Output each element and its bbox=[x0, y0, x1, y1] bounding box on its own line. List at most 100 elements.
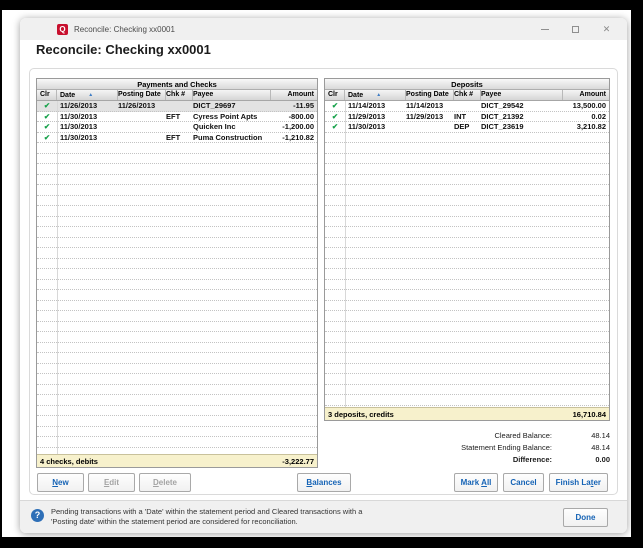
column-header-clr[interactable]: Clr bbox=[37, 90, 57, 100]
cell-chk bbox=[166, 374, 193, 384]
cell-amount bbox=[271, 238, 317, 248]
column-header-payee[interactable]: Payee bbox=[481, 90, 563, 100]
table-row[interactable]: ✔11/30/2013EFTPuma Construction-1,210.82 bbox=[37, 133, 317, 144]
table-row[interactable]: ✔11/30/2013Quicken Inc-1,200.00 bbox=[37, 122, 317, 133]
cell-cleared bbox=[325, 217, 345, 227]
cell-date bbox=[57, 374, 118, 384]
column-header-amount[interactable]: Amount bbox=[563, 90, 609, 100]
cell-payee bbox=[193, 217, 271, 227]
empty-row bbox=[325, 259, 609, 270]
cell-posting_date bbox=[118, 311, 166, 321]
cell-chk bbox=[454, 395, 481, 405]
column-header-date-label: Date bbox=[60, 92, 75, 99]
column-header-clr[interactable]: Clr bbox=[325, 90, 345, 100]
empty-row bbox=[37, 343, 317, 354]
cell-cleared bbox=[325, 259, 345, 269]
cell-date bbox=[345, 259, 406, 269]
cell-cleared bbox=[37, 353, 57, 363]
cell-cleared: ✔ bbox=[37, 133, 57, 143]
column-header-payee[interactable]: Payee bbox=[193, 90, 271, 100]
column-header-date[interactable]: Date▲ bbox=[57, 90, 118, 100]
title-bar[interactable]: Q Reconcile: Checking xx0001 ✕ bbox=[20, 18, 627, 40]
cell-date bbox=[345, 332, 406, 342]
mark-all-button[interactable]: Mark All bbox=[454, 473, 499, 492]
footer-bar: ? Pending transactions with a 'Date' wit… bbox=[20, 500, 627, 533]
cell-chk bbox=[454, 238, 481, 248]
cell-cleared bbox=[37, 332, 57, 342]
column-header-chk[interactable]: Chk # bbox=[454, 90, 481, 100]
column-header-chk[interactable]: Chk # bbox=[166, 90, 193, 100]
cell-date: 11/30/2013 bbox=[57, 122, 118, 132]
cell-date bbox=[57, 217, 118, 227]
cell-posting_date bbox=[406, 364, 454, 374]
finish-later-button[interactable]: Finish Later bbox=[549, 473, 608, 492]
empty-row bbox=[37, 280, 317, 291]
balances-button[interactable]: Balances bbox=[297, 473, 351, 492]
cell-posting_date bbox=[406, 290, 454, 300]
maximize-icon[interactable] bbox=[570, 24, 581, 35]
cell-cleared: ✔ bbox=[37, 101, 57, 111]
empty-row bbox=[37, 332, 317, 343]
cell-chk bbox=[166, 437, 193, 447]
payments-transaction-list: ✔11/26/201311/26/2013DICT_29697-11.95✔11… bbox=[37, 101, 317, 454]
cell-posting_date bbox=[118, 227, 166, 237]
cell-amount bbox=[271, 269, 317, 279]
cell-payee bbox=[193, 227, 271, 237]
done-button[interactable]: Done bbox=[563, 508, 608, 527]
cell-amount bbox=[563, 206, 609, 216]
cell-chk bbox=[454, 133, 481, 143]
window-title: Reconcile: Checking xx0001 bbox=[74, 25, 175, 34]
new-button[interactable]: New bbox=[37, 473, 84, 492]
cell-payee bbox=[193, 280, 271, 290]
cell-date bbox=[345, 364, 406, 374]
cell-chk bbox=[454, 353, 481, 363]
reconcile-dialog: Q Reconcile: Checking xx0001 ✕ Reconcile… bbox=[20, 18, 627, 533]
cell-posting_date bbox=[118, 406, 166, 416]
cancel-button[interactable]: Cancel bbox=[503, 473, 543, 492]
deposits-summary-label: 3 deposits, credits bbox=[328, 410, 394, 419]
table-row[interactable]: ✔11/14/201311/14/2013DICT_2954213,500.00 bbox=[325, 101, 609, 112]
empty-row bbox=[325, 248, 609, 259]
cell-posting_date bbox=[406, 196, 454, 206]
help-icon[interactable]: ? bbox=[31, 509, 44, 522]
delete-button[interactable]: Delete bbox=[139, 473, 191, 492]
cell-cleared bbox=[37, 406, 57, 416]
cell-cleared: ✔ bbox=[325, 101, 345, 111]
cell-posting_date bbox=[406, 332, 454, 342]
cell-cleared bbox=[37, 227, 57, 237]
cell-cleared bbox=[37, 143, 57, 153]
empty-row bbox=[37, 385, 317, 396]
edit-button[interactable]: Edit bbox=[88, 473, 135, 492]
column-header-posting-date[interactable]: Posting Date bbox=[118, 90, 166, 100]
cell-chk bbox=[454, 248, 481, 258]
minimize-icon[interactable] bbox=[539, 24, 550, 35]
cell-chk bbox=[166, 154, 193, 164]
cell-amount bbox=[271, 364, 317, 374]
table-row[interactable]: ✔11/30/2013DEPDICT_236193,210.82 bbox=[325, 122, 609, 133]
cell-date bbox=[345, 343, 406, 353]
cell-amount bbox=[271, 416, 317, 426]
cell-amount bbox=[271, 322, 317, 332]
cell-payee bbox=[481, 290, 563, 300]
cell-cleared bbox=[325, 364, 345, 374]
cell-amount bbox=[271, 427, 317, 437]
cell-chk bbox=[454, 364, 481, 374]
cell-posting_date bbox=[118, 448, 166, 455]
cell-chk bbox=[166, 301, 193, 311]
label-part: ew bbox=[58, 478, 69, 487]
cell-chk bbox=[454, 406, 481, 408]
column-header-date[interactable]: Date▲ bbox=[345, 90, 406, 100]
cell-posting_date: 11/26/2013 bbox=[118, 101, 166, 111]
close-icon[interactable]: ✕ bbox=[601, 24, 612, 35]
table-row[interactable]: ✔11/30/2013EFTCyress Point Apts-800.00 bbox=[37, 112, 317, 123]
table-row[interactable]: ✔11/26/201311/26/2013DICT_29697-11.95 bbox=[37, 101, 317, 112]
sort-ascending-icon: ▲ bbox=[376, 92, 381, 98]
cell-payee bbox=[481, 311, 563, 321]
cell-chk bbox=[166, 238, 193, 248]
cell-amount: 0.02 bbox=[563, 112, 609, 122]
table-row[interactable]: ✔11/29/201311/29/2013INTDICT_213920.02 bbox=[325, 112, 609, 123]
column-header-posting-date[interactable]: Posting Date bbox=[406, 90, 454, 100]
column-header-amount[interactable]: Amount bbox=[271, 90, 317, 100]
cell-chk bbox=[166, 290, 193, 300]
cell-cleared bbox=[37, 175, 57, 185]
